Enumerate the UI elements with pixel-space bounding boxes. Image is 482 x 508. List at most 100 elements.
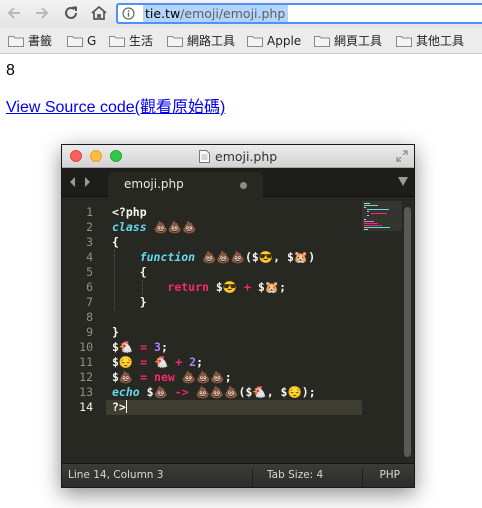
close-button[interactable] (70, 150, 82, 162)
php-close-tag: ?> (112, 400, 126, 414)
code-text: { (139, 265, 147, 279)
tab-menu-icon[interactable] (398, 177, 408, 186)
bookmark-label: 網路工具 (187, 34, 236, 48)
line-number: 3 (86, 235, 93, 249)
keyword: echo (112, 385, 140, 399)
bookmark-label: 書籤 (28, 34, 53, 48)
back-arrow-icon[interactable] (5, 4, 23, 22)
url-host: tie.tw (145, 6, 181, 21)
editor-screenshot: emoji.php emoji.php 1 2 3 4 5 6 7 8 9 10… (61, 144, 415, 488)
line-number: 5 (86, 265, 93, 279)
code-line: } (112, 325, 362, 340)
code-text: $😔 (112, 355, 141, 369)
window-title: emoji.php (215, 149, 278, 164)
line-number: 4 (86, 250, 93, 264)
editor-statusbar: Line 14, Column 3 Tab Size: 4 PHP (62, 463, 414, 487)
zoom-button[interactable] (110, 150, 122, 162)
line-number: 6 (86, 280, 93, 294)
url-path: /emoji/emoji.php (180, 6, 286, 21)
view-source-link[interactable]: View Source code(觀看原始碼) (6, 93, 225, 117)
bookmarks-bar: 書籤 G 生活 網路工具 Apple 網頁工具 其他工具 (0, 28, 482, 54)
code-text: 💩💩💩 (146, 220, 197, 234)
fullscreen-icon[interactable] (396, 150, 408, 162)
code-line-current: ?> (106, 400, 362, 415)
unsaved-dot-icon[interactable] (240, 182, 247, 189)
code-area[interactable]: <?php class 💩💩💩 { function 💩💩💩($😎, $🐹) {… (106, 205, 362, 415)
browser-toolbar: tie.tw/emoji/emoji.php (0, 0, 482, 28)
syntax-selector[interactable]: PHP (379, 469, 400, 481)
bookmark-label: 生活 (129, 34, 154, 48)
code-line: $😔 = 🐔 + 2; (112, 355, 362, 370)
bookmark-label: Apple (267, 34, 302, 48)
code-line: { (112, 235, 362, 250)
line-number: 8 (86, 310, 93, 324)
minimize-button[interactable] (90, 150, 102, 162)
bookmark-label: 網頁工具 (334, 34, 383, 48)
folder-icon (67, 36, 83, 47)
code-line: echo $💩 -> 💩💩💩($🐔, $😔); (112, 385, 362, 400)
bookmark-label: 其他工具 (416, 34, 465, 48)
tab-nav-arrows-icon[interactable] (68, 176, 96, 188)
code-text: $🐔 (112, 340, 141, 354)
folder-icon (314, 36, 330, 47)
line-number-active: 14 (79, 400, 93, 414)
tab-label: emoji.php (124, 177, 184, 191)
code-text: $💩 (112, 370, 141, 384)
code-line: } (112, 295, 362, 310)
status-divider (362, 469, 363, 487)
bookmark-label: G (87, 34, 97, 48)
php-open-tag: <?php (112, 205, 147, 219)
folder-icon (247, 36, 263, 47)
document-icon (199, 150, 210, 163)
forward-arrow-icon[interactable] (33, 4, 51, 22)
code-text: 💩💩💩($😎, $🐹) (195, 250, 316, 264)
code-text: ; (196, 355, 204, 369)
url-text[interactable]: tie.tw/emoji/emoji.php (143, 5, 289, 22)
minimap[interactable] (362, 201, 402, 261)
operator: + (244, 280, 251, 294)
cursor-position: Line 14, Column 3 (68, 469, 164, 481)
line-number: 1 (86, 205, 93, 219)
home-icon[interactable] (90, 4, 108, 22)
code-line: return $😎 + $🐹; (112, 280, 362, 295)
operator: -> (174, 385, 189, 399)
code-line: { (112, 265, 362, 280)
code-text: { (112, 235, 119, 249)
code-line: <?php (112, 205, 362, 220)
code-text: } (139, 295, 147, 309)
text-caret (125, 400, 127, 413)
folder-icon (167, 36, 183, 47)
tab-size-selector[interactable]: Tab Size: 4 (267, 469, 323, 481)
line-number: 11 (79, 355, 93, 369)
number: 2 (182, 355, 197, 369)
keyword: function (139, 250, 196, 264)
code-text: ; (160, 340, 168, 354)
editor-titlebar: emoji.php (62, 145, 414, 168)
code-line: function 💩💩💩($😎, $🐹) (112, 250, 362, 265)
line-number: 9 (86, 325, 93, 339)
line-number: 7 (86, 295, 93, 309)
code-line: $💩 = new 💩💩💩; (112, 370, 362, 385)
folder-icon (396, 36, 412, 47)
code-text: $🐹; (250, 280, 287, 294)
keyword: class (112, 220, 147, 234)
number: 3 (147, 340, 161, 354)
code-text: $💩 (139, 385, 175, 399)
code-text: } (112, 325, 119, 339)
line-number: 10 (79, 340, 93, 354)
editor-tabbar: emoji.php (62, 168, 414, 197)
line-number: 13 (79, 385, 93, 399)
vertical-scrollbar[interactable] (404, 207, 411, 457)
folder-icon (109, 36, 125, 47)
code-line: class 💩💩💩 (112, 220, 362, 235)
info-icon[interactable] (122, 7, 135, 20)
keyword: return (167, 280, 209, 294)
reload-icon[interactable] (62, 4, 80, 22)
line-number: 12 (79, 370, 93, 384)
page-counter: 8 (6, 62, 15, 79)
keyword: new (147, 370, 175, 384)
tab-emoji-php[interactable]: emoji.php (108, 172, 263, 197)
status-divider (252, 469, 253, 487)
address-bar[interactable]: tie.tw/emoji/emoji.php (116, 3, 482, 24)
